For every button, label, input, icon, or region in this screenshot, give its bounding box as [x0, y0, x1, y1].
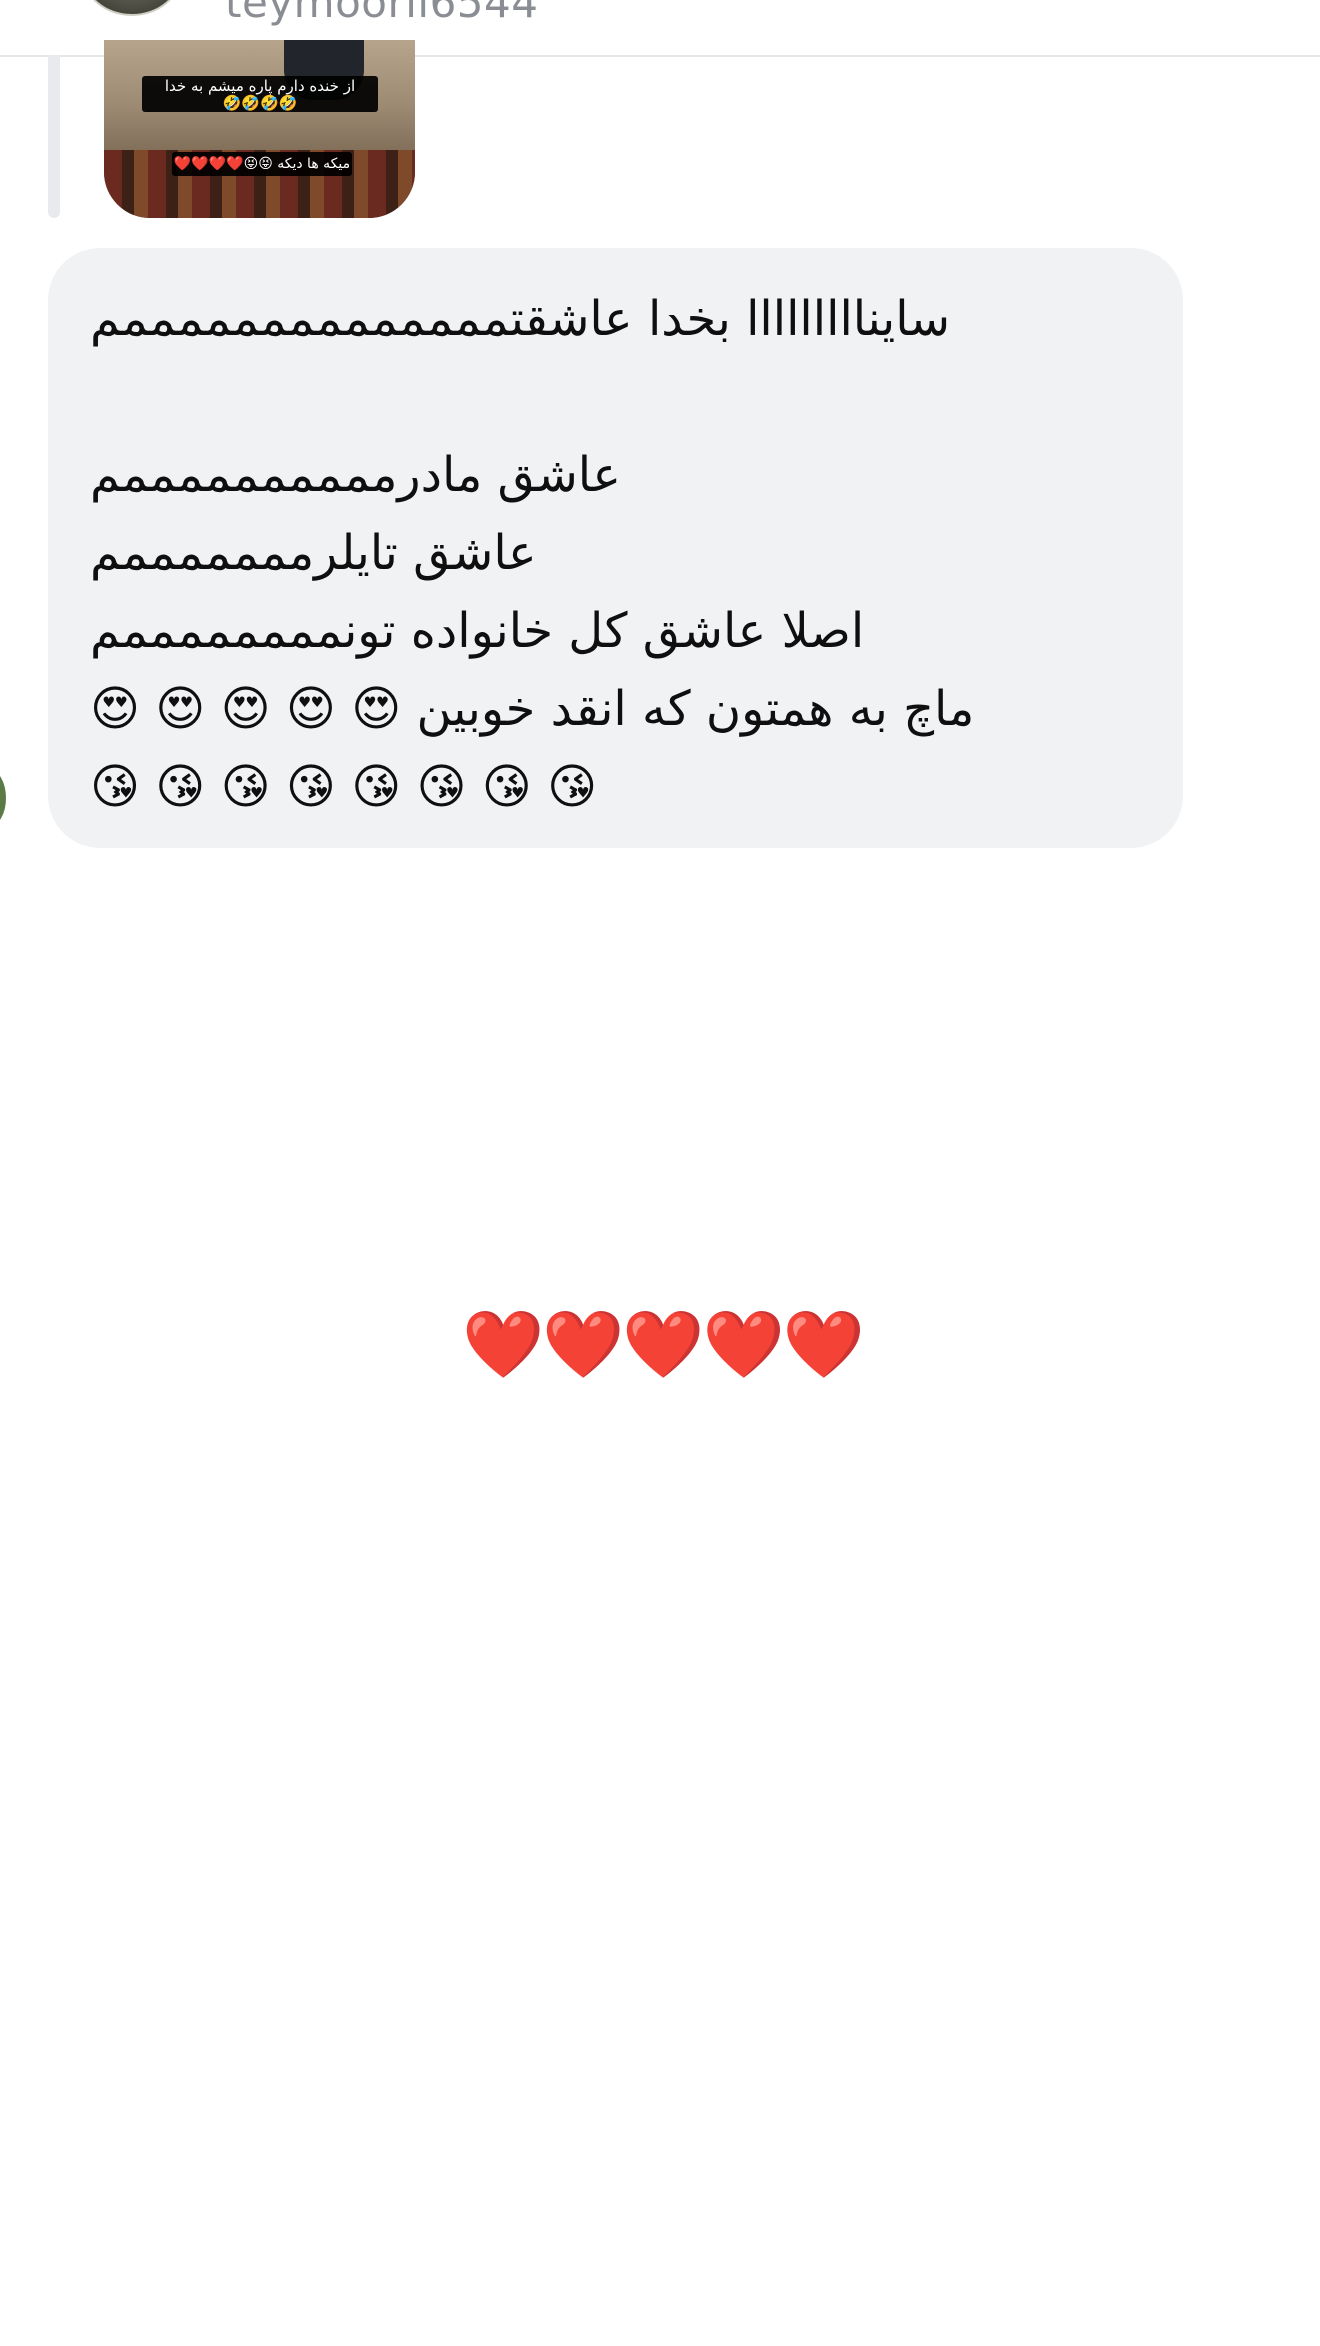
thumbnail-caption-emoji: 🤣🤣🤣🤣 [222, 94, 298, 112]
sender-avatar[interactable] [0, 770, 6, 826]
message-bubble[interactable]: ساینااااااااا بخدا عاشقتممممممممممممممم … [48, 248, 1183, 848]
thumbnail-caption-text: از خنده دارم پاره میشم به خدا [164, 77, 356, 95]
chat-screen: teymoorii6544 از خنده دارم پاره میشم به … [0, 0, 1320, 2346]
contact-avatar[interactable] [82, 0, 182, 16]
message-line: عاشق مادرممممممممممم [90, 447, 622, 503]
message-line-blank [90, 358, 1148, 436]
reply-indicator-bar [48, 55, 60, 218]
contact-username[interactable]: teymoorii6544 [225, 0, 538, 27]
message-text: ساینااااااااا بخدا عاشقتممممممممممممممم … [90, 280, 1148, 826]
thumbnail-caption: از خنده دارم پاره میشم به خدا 🤣🤣🤣🤣 [142, 76, 378, 112]
message-line: ماچ به همتون که انقد خوبین 😍 😍 😍 😍 😍 [90, 681, 975, 737]
thumbnail-caption-secondary: میکه ها دیکه 😝😝❤️❤️❤️❤️ [172, 152, 352, 176]
message-line: عاشق تایلرمممممممم [90, 525, 537, 581]
message-line: 😘 😘 😘 😘 😘 😘 😘 😘 [90, 759, 598, 815]
message-line: ساینااااااااا بخدا عاشقتممممممممممممممم [90, 291, 951, 347]
message-line: اصلا عاشق کل خانواده تونممممممممم [90, 603, 865, 659]
heart-reaction-message[interactable]: ❤️❤️❤️❤️❤️ [462, 1305, 865, 1385]
story-reply-thumbnail[interactable]: از خنده دارم پاره میشم به خدا 🤣🤣🤣🤣 میکه … [104, 40, 415, 218]
